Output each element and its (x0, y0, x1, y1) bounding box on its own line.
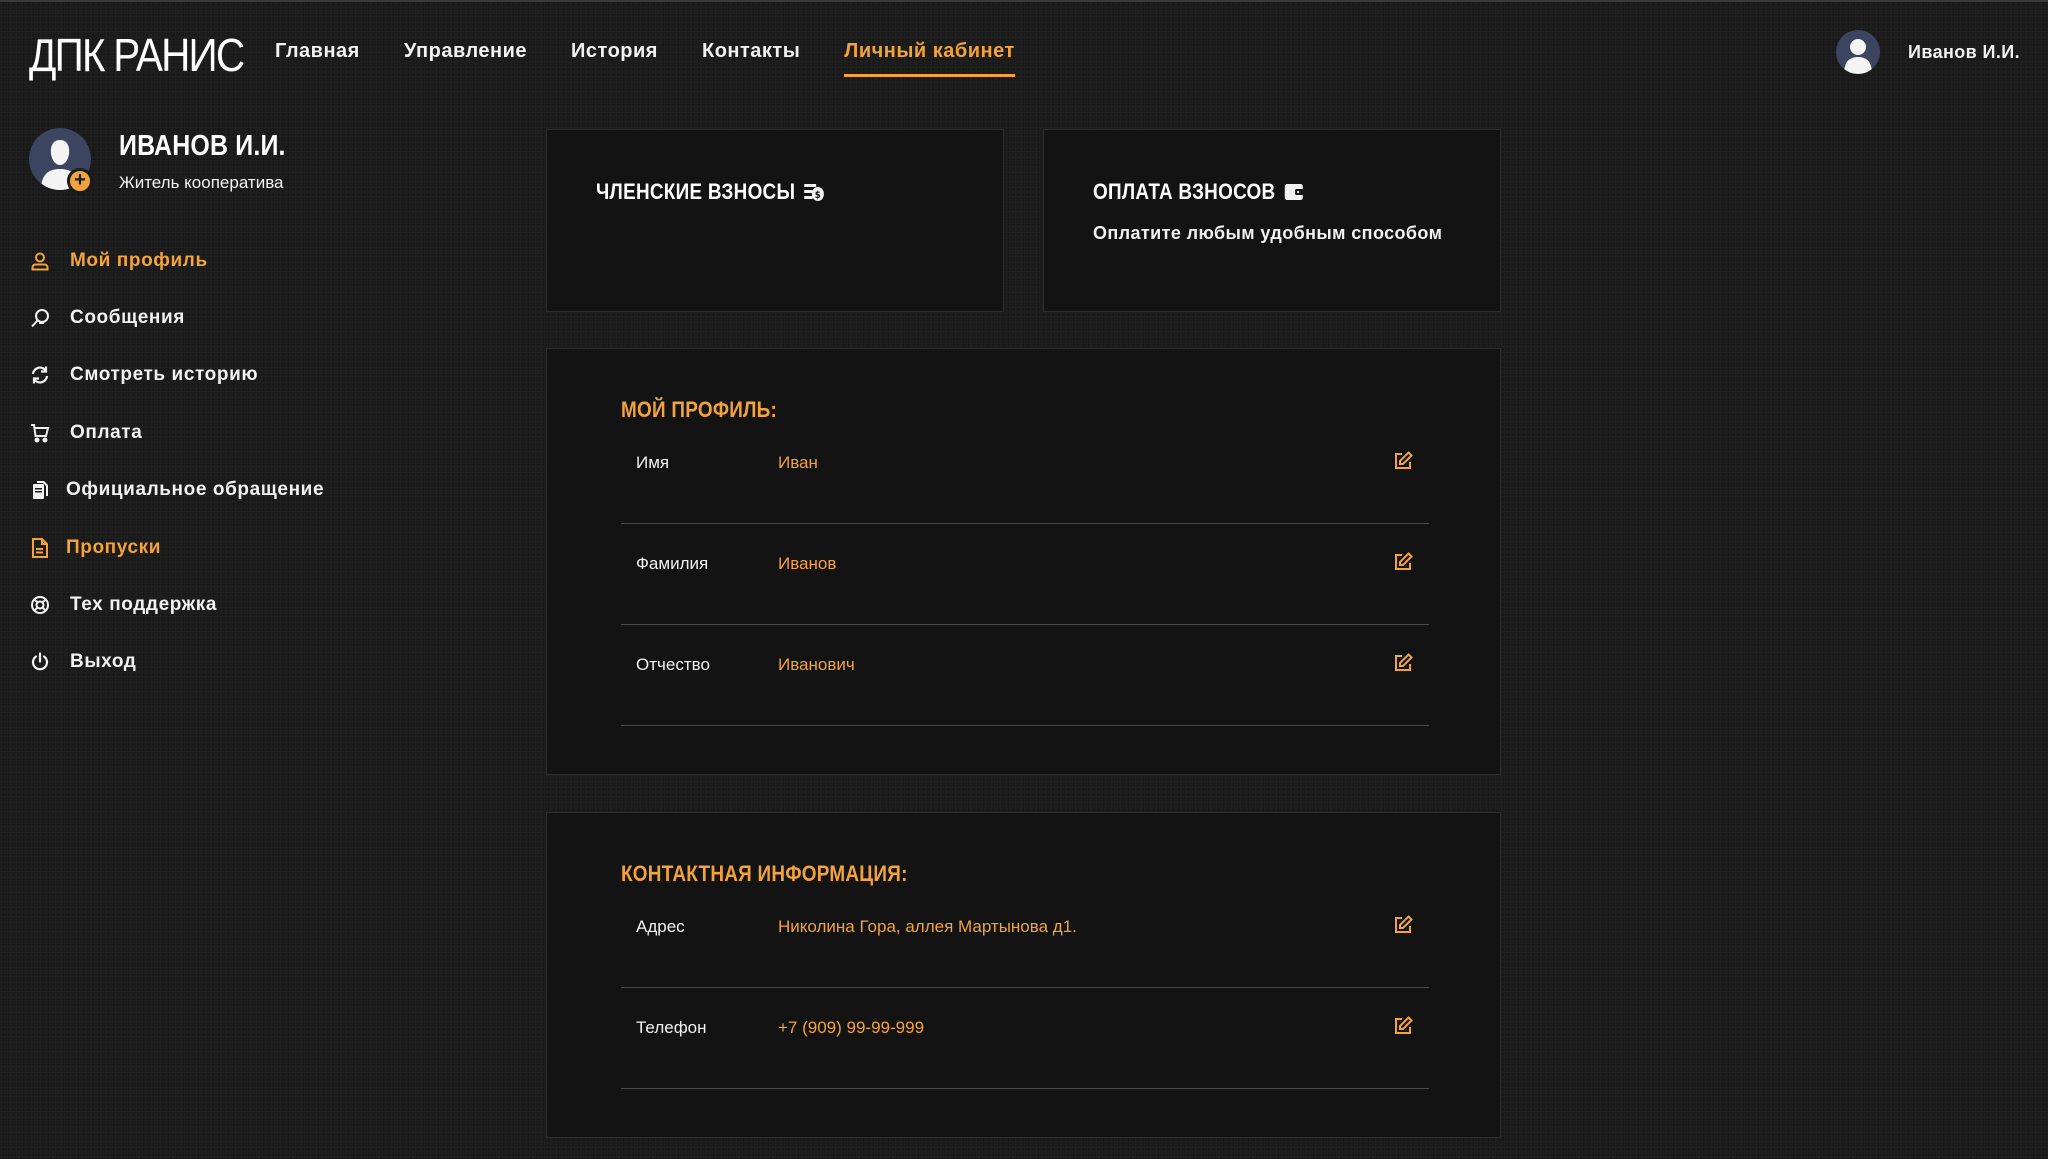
sidebar-item-my-profile[interactable]: Мой профиль (29, 232, 324, 289)
main-nav: Главная Управление История Контакты Личн… (275, 40, 1059, 77)
sidebar-item-official-request[interactable]: Официальное обращение (29, 462, 324, 519)
money-icon: $ (803, 182, 825, 202)
field-value: Иванов (778, 554, 837, 573)
nav-item-contacts[interactable]: Контакты (702, 40, 800, 77)
contact-section-title: КОНТАКТНАЯ ИНФОРМАЦИЯ: (621, 861, 908, 886)
field-label: Адрес (636, 917, 685, 936)
add-photo-icon[interactable]: + (67, 168, 93, 194)
sidebar-item-history[interactable]: Смотреть историю (29, 347, 324, 404)
fees-card-title: ЧЛЕНСКИЕ ВЗНОСЫ $ (596, 179, 824, 205)
user-name[interactable]: Иванов И.И. (1908, 42, 2020, 63)
edit-icon[interactable] (1393, 552, 1415, 574)
avatar[interactable] (1836, 30, 1880, 74)
field-value: +7 (909) 99-99-999 (778, 1018, 925, 1037)
nav-item-management[interactable]: Управление (404, 40, 527, 77)
sidebar-item-label: Тех поддержка (70, 594, 218, 616)
sidebar-menu: Мой профиль Сообщения Смотреть историю О… (29, 232, 324, 691)
sidebar-item-label: Официальное обращение (66, 479, 325, 501)
profile-row-patronymic: Отчество Иванович (621, 625, 1429, 726)
sidebar-item-messages[interactable]: Сообщения (29, 289, 324, 346)
sidebar-item-label: Мой профиль (70, 249, 208, 271)
fees-card-title-text: ЧЛЕНСКИЕ ВЗНОСЫ (596, 179, 796, 204)
cart-icon (29, 422, 51, 444)
profile-row-first-name: Имя Иван (621, 423, 1429, 524)
profile-section-title: МОЙ ПРОФИЛЬ: (621, 397, 778, 422)
sidebar-item-label: Сообщения (70, 307, 185, 329)
header: ДПК РАНИС Главная Управление История Кон… (0, 0, 2048, 110)
edit-icon[interactable] (1393, 1016, 1415, 1038)
nav-item-history[interactable]: История (571, 40, 658, 77)
contact-row-address: Адрес Николина Гора, аллея Мартынова д1. (621, 887, 1429, 988)
profile-name: ИВАНОВ И.И. (119, 130, 286, 162)
nav-item-account[interactable]: Личный кабинет (844, 40, 1016, 77)
contact-section: КОНТАКТНАЯ ИНФОРМАЦИЯ: Адрес Николина Го… (546, 812, 1501, 1138)
messages-icon (29, 307, 51, 329)
sidebar-item-label: Пропуски (66, 536, 161, 558)
sidebar-item-label: Выход (70, 651, 137, 673)
history-icon (29, 364, 51, 386)
lifebuoy-icon (29, 594, 51, 616)
payment-card-subtitle: Оплатите любым удобным способом (1093, 223, 1443, 243)
profile-role: Житель кооператива (119, 173, 284, 192)
edit-icon[interactable] (1393, 451, 1415, 473)
user-silhouette-icon (1844, 39, 1872, 74)
sidebar-item-passes[interactable]: Пропуски (29, 519, 324, 576)
sidebar-item-support[interactable]: Тех поддержка (29, 576, 324, 633)
power-icon (29, 651, 51, 673)
user-icon (29, 250, 51, 272)
fees-card[interactable]: ЧЛЕНСКИЕ ВЗНОСЫ $ (546, 129, 1004, 312)
user-menu[interactable]: Иванов И.И. (1836, 30, 2020, 74)
sidebar-item-logout[interactable]: Выход (29, 634, 324, 691)
field-value: Иванович (778, 655, 855, 674)
edit-icon[interactable] (1393, 653, 1415, 675)
payment-card-title: ОПЛАТА ВЗНОСОВ (1093, 179, 1305, 205)
field-label: Фамилия (636, 554, 709, 573)
field-value: Николина Гора, аллея Мартынова д1. (778, 917, 1077, 936)
field-label: Отчество (636, 655, 710, 674)
logo[interactable]: ДПК РАНИС (29, 28, 245, 82)
field-label: Телефон (636, 1018, 707, 1037)
payment-card-title-text: ОПЛАТА ВЗНОСОВ (1093, 179, 1276, 204)
edit-icon[interactable] (1393, 915, 1415, 937)
payment-card[interactable]: ОПЛАТА ВЗНОСОВ Оплатите любым удобным сп… (1043, 129, 1501, 312)
documents-icon (29, 479, 51, 501)
wallet-icon (1284, 182, 1305, 202)
profile-section: МОЙ ПРОФИЛЬ: Имя Иван Фамилия Иванов Отч… (546, 348, 1501, 775)
profile-row-last-name: Фамилия Иванов (621, 524, 1429, 625)
file-icon (29, 537, 51, 559)
sidebar-item-label: Смотреть историю (70, 364, 259, 386)
svg-text:$: $ (814, 189, 820, 201)
field-value: Иван (778, 453, 818, 472)
sidebar-item-payment[interactable]: Оплата (29, 404, 324, 461)
contact-row-phone: Телефон +7 (909) 99-99-999 (621, 988, 1429, 1089)
nav-item-home[interactable]: Главная (275, 40, 360, 77)
sidebar-item-label: Оплата (70, 421, 143, 443)
field-label: Имя (636, 453, 670, 472)
